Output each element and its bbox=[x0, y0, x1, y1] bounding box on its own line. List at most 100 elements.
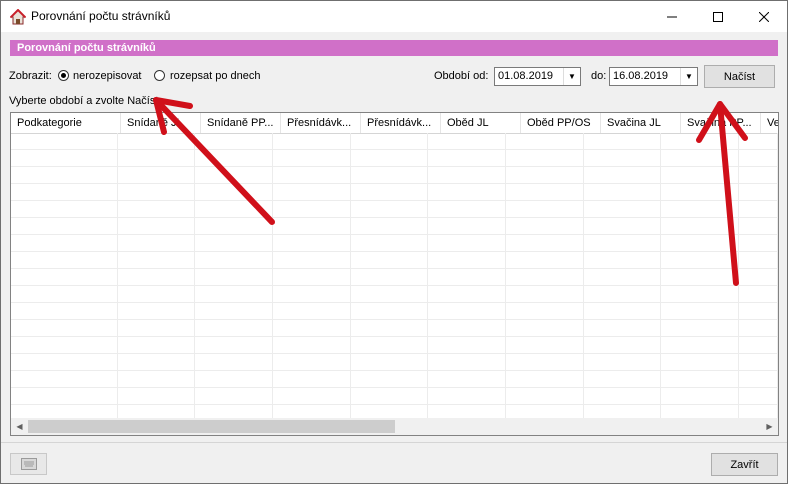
table-cell[interactable] bbox=[428, 286, 507, 302]
table-cell[interactable] bbox=[506, 201, 584, 217]
table-cell[interactable] bbox=[351, 286, 429, 302]
table-cell[interactable] bbox=[506, 388, 584, 404]
table-row[interactable] bbox=[11, 320, 778, 337]
column-header[interactable]: Svačina JL bbox=[601, 113, 681, 133]
horizontal-scrollbar[interactable]: ◀ ▶ bbox=[11, 418, 778, 435]
table-cell[interactable] bbox=[195, 201, 274, 217]
table-cell[interactable] bbox=[584, 167, 662, 183]
table-cell[interactable] bbox=[273, 133, 351, 149]
table-cell[interactable] bbox=[11, 303, 118, 319]
table-cell[interactable] bbox=[428, 235, 507, 251]
table-cell[interactable] bbox=[506, 167, 584, 183]
table-cell[interactable] bbox=[273, 286, 351, 302]
table-cell[interactable] bbox=[739, 371, 778, 387]
table-row[interactable] bbox=[11, 133, 778, 150]
table-cell[interactable] bbox=[506, 269, 584, 285]
table-row[interactable] bbox=[11, 337, 778, 354]
table-cell[interactable] bbox=[661, 218, 740, 234]
table-cell[interactable] bbox=[118, 167, 196, 183]
table-cell[interactable] bbox=[739, 320, 778, 336]
keyboard-button[interactable] bbox=[10, 453, 47, 475]
table-cell[interactable] bbox=[273, 354, 351, 370]
table-cell[interactable] bbox=[195, 303, 274, 319]
table-cell[interactable] bbox=[506, 133, 584, 149]
column-header[interactable]: Přesnídávk... bbox=[361, 113, 441, 133]
table-cell[interactable] bbox=[118, 133, 196, 149]
table-row[interactable] bbox=[11, 388, 778, 405]
table-cell[interactable] bbox=[428, 371, 507, 387]
table-cell[interactable] bbox=[351, 337, 429, 353]
close-button[interactable]: Zavřít bbox=[711, 453, 778, 476]
table-cell[interactable] bbox=[584, 354, 662, 370]
table-cell[interactable] bbox=[11, 235, 118, 251]
table-row[interactable] bbox=[11, 184, 778, 201]
table-cell[interactable] bbox=[11, 133, 118, 149]
table-cell[interactable] bbox=[118, 303, 196, 319]
table-cell[interactable] bbox=[739, 201, 778, 217]
table-cell[interactable] bbox=[273, 235, 351, 251]
table-cell[interactable] bbox=[506, 286, 584, 302]
table-cell[interactable] bbox=[273, 201, 351, 217]
table-cell[interactable] bbox=[273, 371, 351, 387]
table-cell[interactable] bbox=[584, 133, 662, 149]
table-cell[interactable] bbox=[506, 303, 584, 319]
table-row[interactable] bbox=[11, 371, 778, 388]
maximize-button[interactable] bbox=[695, 1, 741, 32]
table-cell[interactable] bbox=[584, 218, 662, 234]
table-cell[interactable] bbox=[195, 235, 274, 251]
table-cell[interactable] bbox=[11, 252, 118, 268]
table-cell[interactable] bbox=[661, 167, 740, 183]
table-cell[interactable] bbox=[428, 320, 507, 336]
table-cell[interactable] bbox=[506, 252, 584, 268]
table-cell[interactable] bbox=[195, 218, 274, 234]
table-cell[interactable] bbox=[661, 303, 740, 319]
table-cell[interactable] bbox=[351, 371, 429, 387]
table-row[interactable] bbox=[11, 269, 778, 286]
table-cell[interactable] bbox=[351, 201, 429, 217]
table-cell[interactable] bbox=[739, 388, 778, 404]
table-cell[interactable] bbox=[739, 235, 778, 251]
table-cell[interactable] bbox=[195, 337, 274, 353]
table-cell[interactable] bbox=[739, 150, 778, 166]
column-header[interactable]: Snídaně PP... bbox=[201, 113, 281, 133]
table-cell[interactable] bbox=[195, 133, 274, 149]
table-cell[interactable] bbox=[118, 337, 196, 353]
column-header[interactable]: Oběd PP/OS bbox=[521, 113, 601, 133]
table-cell[interactable] bbox=[351, 150, 429, 166]
table-cell[interactable] bbox=[11, 320, 118, 336]
table-cell[interactable] bbox=[195, 167, 274, 183]
table-cell[interactable] bbox=[428, 269, 507, 285]
table-cell[interactable] bbox=[351, 133, 429, 149]
table-cell[interactable] bbox=[584, 252, 662, 268]
table-cell[interactable] bbox=[739, 303, 778, 319]
period-to-date[interactable]: 16.08.2019 ▼ bbox=[609, 67, 698, 86]
table-cell[interactable] bbox=[428, 388, 507, 404]
table-cell[interactable] bbox=[195, 320, 274, 336]
table-cell[interactable] bbox=[506, 320, 584, 336]
table-cell[interactable] bbox=[661, 388, 740, 404]
table-cell[interactable] bbox=[506, 218, 584, 234]
table-cell[interactable] bbox=[739, 337, 778, 353]
table-cell[interactable] bbox=[739, 354, 778, 370]
table-cell[interactable] bbox=[584, 235, 662, 251]
table-cell[interactable] bbox=[11, 150, 118, 166]
radio-rozepsat-po-dnech[interactable] bbox=[154, 70, 165, 81]
table-cell[interactable] bbox=[584, 388, 662, 404]
table-row[interactable] bbox=[11, 286, 778, 303]
table-cell[interactable] bbox=[506, 150, 584, 166]
table-cell[interactable] bbox=[661, 269, 740, 285]
table-cell[interactable] bbox=[11, 337, 118, 353]
table-cell[interactable] bbox=[351, 354, 429, 370]
table-cell[interactable] bbox=[428, 184, 507, 200]
table-row[interactable] bbox=[11, 167, 778, 184]
table-cell[interactable] bbox=[739, 133, 778, 149]
table-cell[interactable] bbox=[118, 252, 196, 268]
table-row[interactable] bbox=[11, 201, 778, 218]
table-cell[interactable] bbox=[428, 252, 507, 268]
table-cell[interactable] bbox=[11, 269, 118, 285]
column-header[interactable]: Oběd JL bbox=[441, 113, 521, 133]
table-cell[interactable] bbox=[351, 320, 429, 336]
table-cell[interactable] bbox=[11, 201, 118, 217]
table-cell[interactable] bbox=[118, 235, 196, 251]
column-header[interactable]: Přesnídávk... bbox=[281, 113, 361, 133]
